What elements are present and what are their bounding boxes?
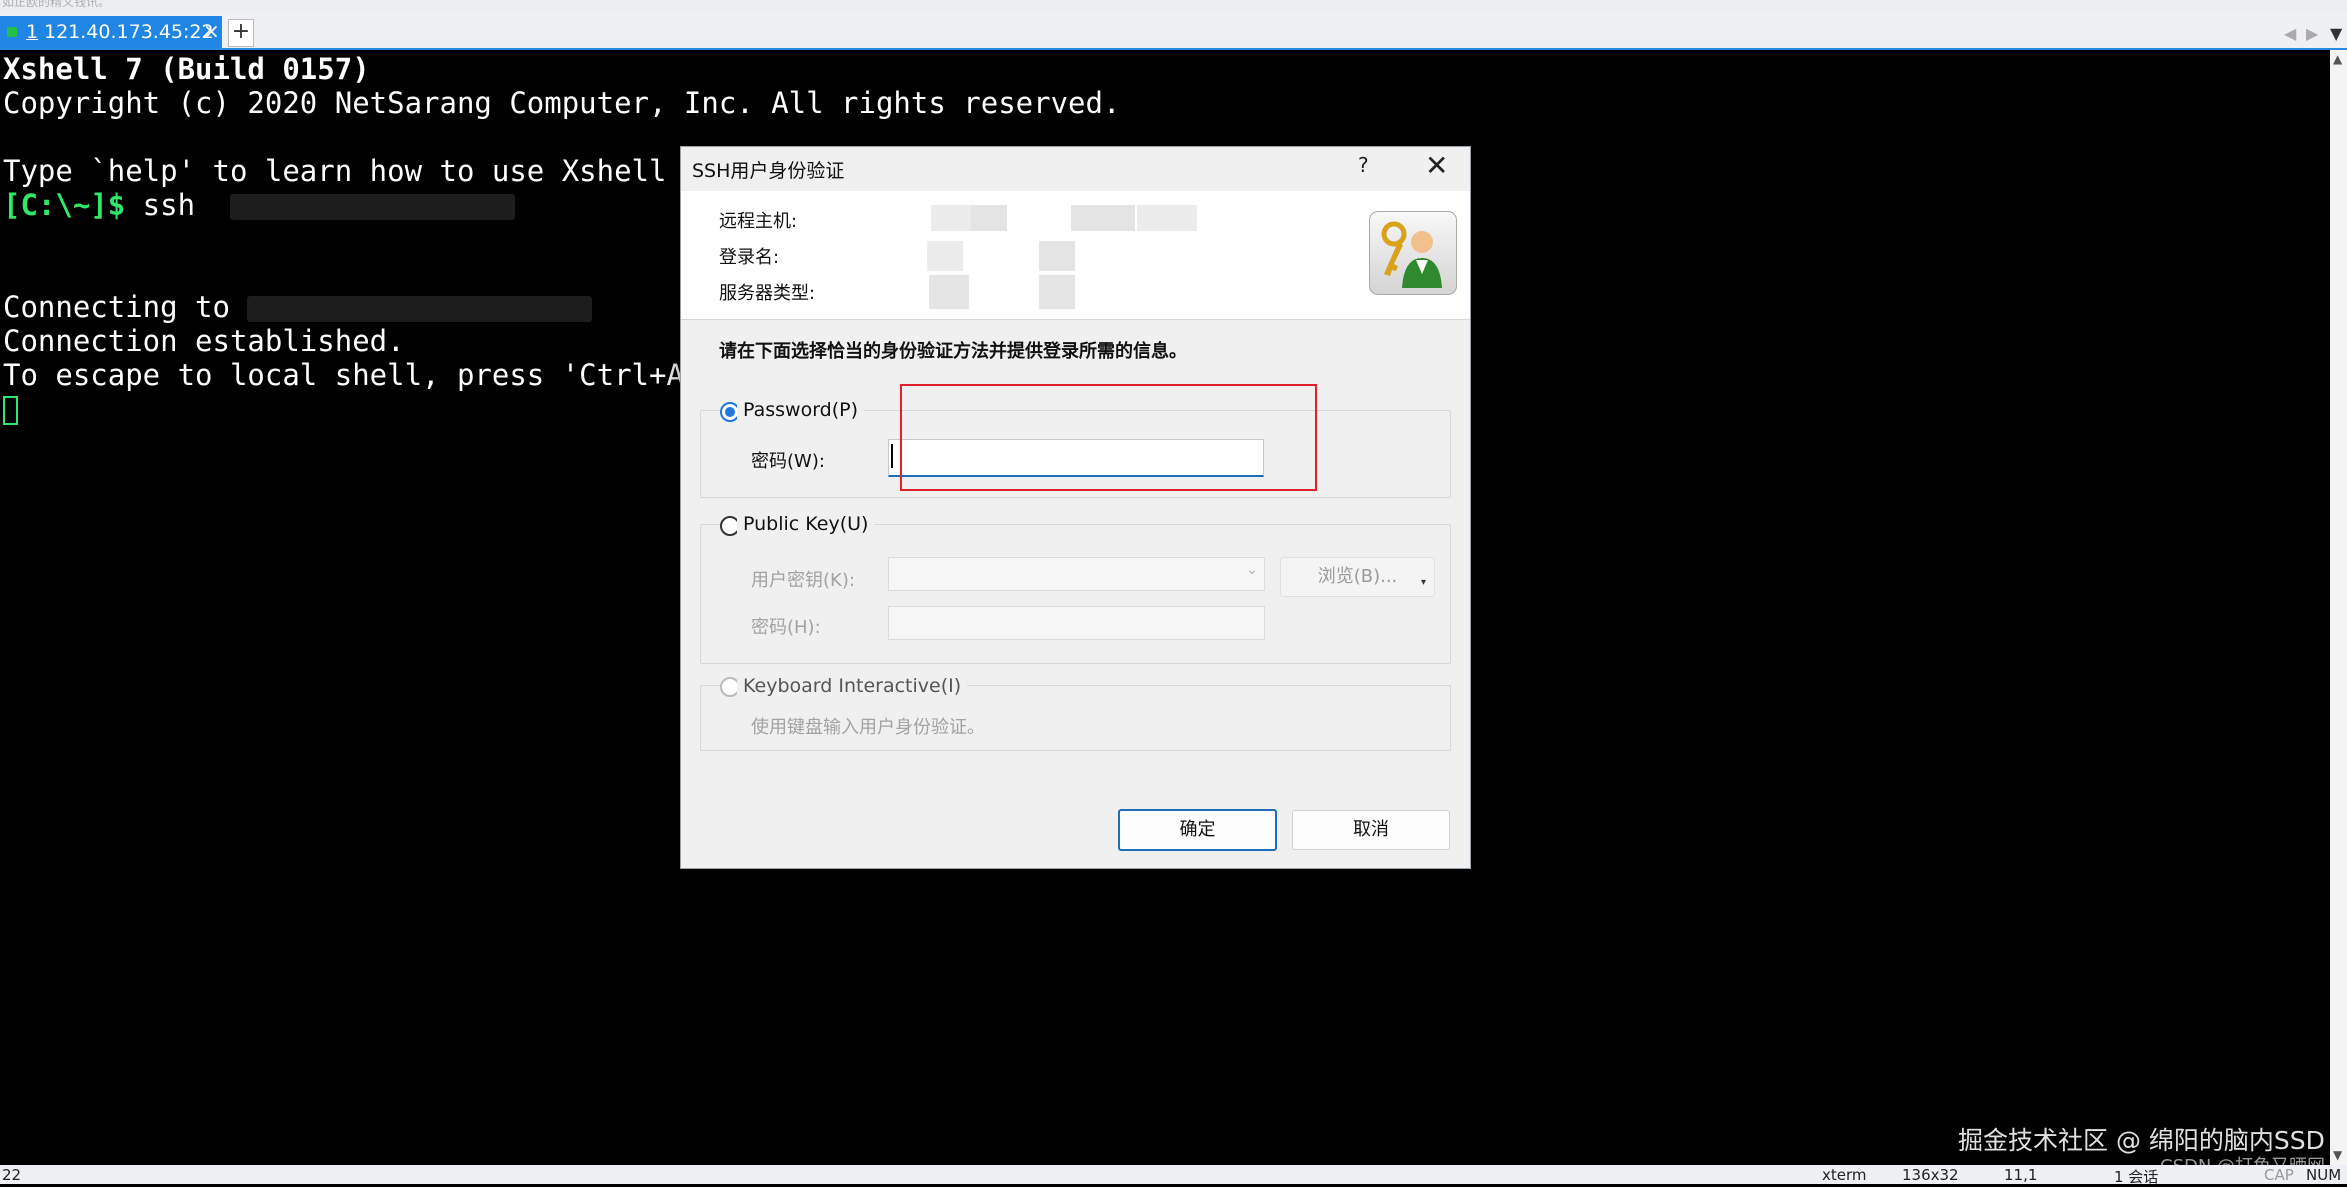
redacted-info — [1039, 241, 1075, 271]
status-left: 22 — [2, 1166, 22, 1184]
keyboard-interactive-option-label[interactable]: Keyboard Interactive(I) — [737, 675, 968, 697]
host-info-panel: 远程主机: 登录名: 服务器类型: — [681, 191, 1470, 320]
ssh-auth-dialog: SSH用户身份验证 ? ✕ 远程主机: 登录名: 服务器类型: 请在下面选择恰当… — [680, 146, 1471, 869]
terminal-command: ssh — [125, 188, 196, 222]
redacted-info — [927, 241, 963, 271]
tab-bar: 1 121.40.173.45:22 × + ◀ ▶ ▼ — [0, 10, 2347, 51]
status-num: NUM — [2306, 1166, 2342, 1184]
user-keys-icon — [1369, 211, 1457, 295]
user-key-select[interactable]: ⌄ — [888, 557, 1265, 591]
text-caret — [891, 444, 893, 468]
passphrase-input[interactable] — [888, 606, 1265, 640]
dialog-title: SSH用户身份验证 — [692, 160, 845, 182]
top-strip-text: 如正欧的精义钱讯。 — [2, 0, 111, 9]
close-dialog-icon[interactable]: ✕ — [1425, 149, 1448, 182]
status-bar: 22 xterm 136x32 11,1 1 会话 CAP NUM — [0, 1165, 2347, 1186]
keyboard-interactive-description: 使用键盘输入用户身份验证。 — [751, 717, 985, 738]
redacted-info — [1039, 275, 1075, 309]
password-option-label[interactable]: Password(P) — [737, 399, 865, 421]
tab-scroll-right-icon[interactable]: ▶ — [2306, 24, 2318, 43]
redacted-info — [971, 205, 1007, 231]
terminal-cursor — [3, 396, 18, 425]
public-key-option-label[interactable]: Public Key(U) — [737, 513, 875, 535]
chevron-down-icon: ⌄ — [1246, 562, 1258, 578]
redacted-info — [929, 275, 969, 309]
browse-button[interactable]: 浏览(B)... — [1280, 557, 1435, 597]
terminal-line-copyright: Copyright (c) 2020 NetSarang Computer, I… — [3, 86, 1121, 120]
terminal-line-help: Type `help' to learn how to use Xshell p — [3, 154, 702, 188]
terminal-line-established: Connection established. — [3, 324, 405, 358]
tab-scroll-left-icon[interactable]: ◀ — [2284, 24, 2296, 43]
connecting-text: Connecting to — [3, 290, 230, 324]
session-tab[interactable]: 1 121.40.173.45:22 × — [0, 16, 222, 48]
passphrase-label: 密码(H): — [751, 617, 821, 638]
terminal-line-connecting: Connecting to — [3, 290, 593, 324]
close-tab-icon[interactable]: × — [203, 19, 220, 43]
session-tab-number: 1 — [26, 21, 39, 43]
session-tab-label: 121.40.173.45:22 — [44, 21, 214, 43]
help-icon[interactable]: ? — [1358, 153, 1369, 177]
terminal-prompt: [C:\~]$ — [3, 188, 126, 222]
status-cursor-pos: 11,1 — [2004, 1166, 2038, 1184]
status-cap: CAP — [2264, 1166, 2294, 1184]
scroll-down-icon[interactable]: ▼ — [2333, 1148, 2342, 1162]
scroll-up-icon[interactable]: ▲ — [2333, 52, 2342, 66]
browse-dropdown-icon: ▾ — [1421, 577, 1427, 588]
tab-list-dropdown-icon[interactable]: ▼ — [2330, 24, 2342, 43]
remote-host-label: 远程主机: — [719, 211, 798, 232]
terminal-line-escape: To escape to local shell, press 'Ctrl+Al — [3, 358, 702, 392]
user-key-label: 用户密钥(K): — [751, 570, 855, 591]
status-terminal-type: xterm — [1822, 1166, 1867, 1184]
login-name-label: 登录名: — [719, 247, 780, 268]
terminal-line-version: Xshell 7 (Build 0157) — [3, 52, 370, 86]
top-strip: 如正欧的精义钱讯。 — [0, 0, 2347, 10]
terminal-line-command: [C:\~]$ ssh — [3, 188, 515, 222]
status-size: 136x32 — [1902, 1166, 1959, 1184]
terminal-scrollbar[interactable]: ▲ ▼ — [2330, 50, 2347, 1165]
connection-status-icon — [7, 27, 17, 37]
server-type-label: 服务器类型: — [719, 283, 816, 304]
redacted-info — [1071, 205, 1135, 231]
ok-button[interactable]: 确定 — [1118, 809, 1277, 851]
redacted-address — [247, 296, 593, 322]
instruction-text: 请在下面选择恰当的身份验证方法并提供登录所需的信息。 — [719, 341, 1187, 362]
new-tab-button[interactable]: + — [228, 19, 254, 47]
redacted-info — [1137, 205, 1197, 231]
cancel-button[interactable]: 取消 — [1292, 810, 1450, 850]
redacted-host — [229, 194, 515, 220]
password-label: 密码(W): — [751, 451, 825, 472]
red-highlight-box — [900, 384, 1317, 491]
